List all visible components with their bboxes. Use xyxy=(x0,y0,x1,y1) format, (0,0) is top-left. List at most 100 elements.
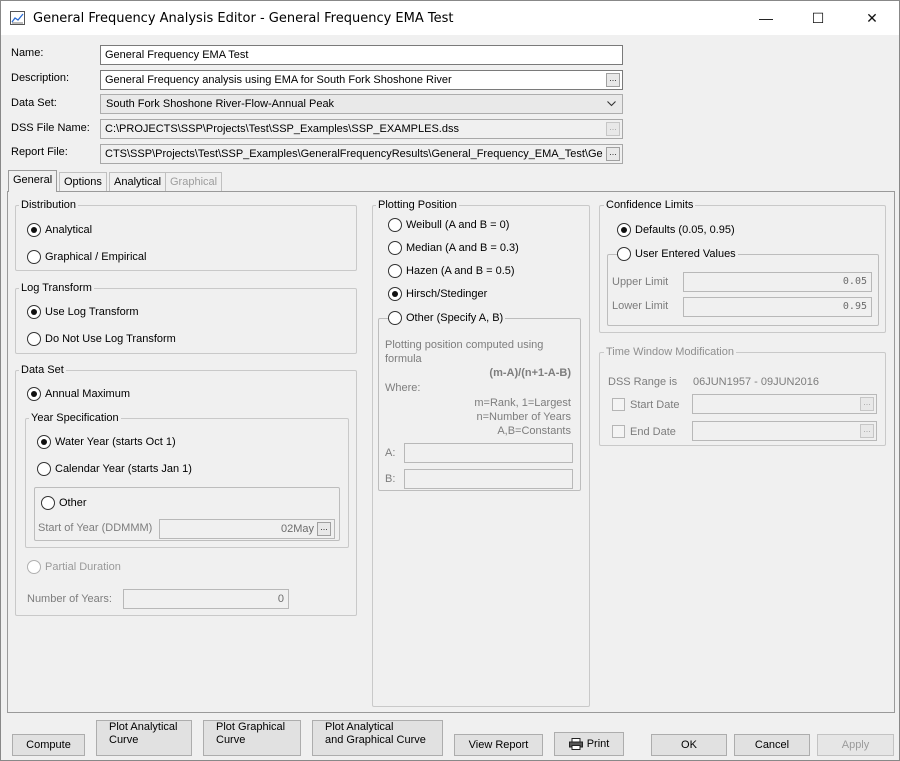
plotting-def-n: n=Number of Years xyxy=(476,411,571,423)
ok-button[interactable]: OK xyxy=(651,734,727,756)
no-log-transform-radio[interactable]: Do Not Use Log Transform xyxy=(27,332,176,346)
dataset-select-value: South Fork Shoshone River-Flow-Annual Pe… xyxy=(106,98,335,110)
name-label: Name: xyxy=(11,47,44,59)
other-ab-radio[interactable]: Other (Specify A, B) xyxy=(388,311,506,325)
year-specification-title: Year Specification xyxy=(29,412,121,424)
hazen-label: Hazen (A and B = 0.5) xyxy=(406,265,515,277)
user-entered-values-radio[interactable]: User Entered Values xyxy=(617,247,738,261)
use-log-transform-radio[interactable]: Use Log Transform xyxy=(27,305,139,319)
plot-analytical-line1: Plot Analytical xyxy=(109,721,178,733)
annual-maximum-radio[interactable]: Annual Maximum xyxy=(27,387,130,401)
graphical-empirical-radio[interactable]: Graphical / Empirical xyxy=(27,250,146,264)
apply-button[interactable]: Apply xyxy=(817,734,894,756)
plotting-desc-line2: formula xyxy=(385,353,422,365)
plotting-def-m: m=Rank, 1=Largest xyxy=(474,397,571,409)
b-value-label: B: xyxy=(385,473,396,485)
weibull-radio[interactable]: Weibull (A and B = 0) xyxy=(388,218,509,232)
defaults-limits-radio[interactable]: Defaults (0.05, 0.95) xyxy=(617,223,735,237)
radio-indicator xyxy=(27,332,41,346)
dss-range-label: DSS Range is xyxy=(608,376,678,388)
radio-selected-indicator xyxy=(388,287,402,301)
other-year-label: Other xyxy=(59,497,87,509)
other-ab-label: Other (Specify A, B) xyxy=(406,312,504,324)
plot-both-line2: and Graphical Curve xyxy=(325,734,426,746)
printer-icon xyxy=(568,738,583,750)
checkbox-indicator xyxy=(612,425,625,438)
water-year-label: Water Year (starts Oct 1) xyxy=(55,436,176,448)
print-button[interactable]: Print xyxy=(554,732,624,756)
report-file-input[interactable]: CTS\SSP\Projects\Test\SSP_Examples\Gener… xyxy=(100,144,623,164)
radio-indicator xyxy=(27,560,41,574)
description-browse-button[interactable]: ... xyxy=(606,73,620,87)
start-of-year-input[interactable]: 02May xyxy=(159,519,335,539)
description-input[interactable]: General Frequency analysis using EMA for… xyxy=(100,70,623,90)
no-log-transform-label: Do Not Use Log Transform xyxy=(45,333,176,345)
name-input[interactable]: General Frequency EMA Test xyxy=(100,45,623,65)
report-browse-button[interactable]: ... xyxy=(606,147,620,161)
view-report-button[interactable]: View Report xyxy=(454,734,543,756)
number-of-years-label: Number of Years: xyxy=(27,593,112,605)
dataset-select[interactable]: South Fork Shoshone River-Flow-Annual Pe… xyxy=(100,94,623,114)
dss-browse-button[interactable]: ... xyxy=(606,122,620,136)
radio-indicator xyxy=(388,218,402,232)
plot-graphical-line1: Plot Graphical xyxy=(216,721,286,733)
annual-maximum-label: Annual Maximum xyxy=(45,388,130,400)
hazen-radio[interactable]: Hazen (A and B = 0.5) xyxy=(388,264,515,278)
tab-general[interactable]: General xyxy=(8,170,58,192)
minimize-button[interactable]: — xyxy=(743,1,789,35)
confidence-limits-title: Confidence Limits xyxy=(604,199,696,211)
a-value-label: A: xyxy=(385,447,396,459)
plot-both-line1: Plot Analytical xyxy=(325,721,394,733)
tab-options[interactable]: Options xyxy=(59,172,107,191)
log-transform-title: Log Transform xyxy=(19,282,94,294)
a-value-input[interactable] xyxy=(404,443,573,463)
report-file-label: Report File: xyxy=(11,146,68,158)
title-bar: General Frequency Analysis Editor - Gene… xyxy=(1,1,899,35)
upper-limit-label: Upper Limit xyxy=(612,276,669,288)
graphical-empirical-radio-label: Graphical / Empirical xyxy=(45,251,147,263)
start-of-year-label: Start of Year (DDMMM) xyxy=(38,522,153,534)
start-date-checkbox[interactable]: Start Date xyxy=(612,398,680,411)
plotting-desc-line1: Plotting position computed using xyxy=(385,339,544,351)
radio-indicator xyxy=(388,264,402,278)
maximize-button[interactable]: ☐ xyxy=(795,1,841,35)
plot-analytical-curve-button[interactable]: Plot Analytical Curve xyxy=(96,720,192,756)
lower-limit-input[interactable]: 0.95 xyxy=(683,297,872,317)
number-of-years-input[interactable]: 0 xyxy=(123,589,289,609)
end-date-input[interactable] xyxy=(692,421,877,441)
plot-analytical-line2: Curve xyxy=(109,734,139,746)
compute-button[interactable]: Compute xyxy=(12,734,85,756)
plot-graphical-curve-button[interactable]: Plot Graphical Curve xyxy=(203,720,301,756)
partial-duration-radio[interactable]: Partial Duration xyxy=(27,560,121,574)
dss-file-input[interactable]: C:\PROJECTS\SSP\Projects\Test\SSP_Exampl… xyxy=(100,119,623,139)
radio-indicator xyxy=(27,250,41,264)
plot-analytical-graphical-button[interactable]: Plot Analytical and Graphical Curve xyxy=(312,720,443,756)
hirsch-stedinger-radio[interactable]: Hirsch/Stedinger xyxy=(388,287,487,301)
analytical-radio-label: Analytical xyxy=(45,224,93,236)
radio-indicator xyxy=(388,241,402,255)
end-date-checkbox[interactable]: End Date xyxy=(612,425,676,438)
b-value-input[interactable] xyxy=(404,469,573,489)
end-date-browse-button[interactable]: ... xyxy=(860,424,874,438)
water-year-radio[interactable]: Water Year (starts Oct 1) xyxy=(37,435,176,449)
other-year-radio[interactable]: Other xyxy=(41,496,87,510)
start-date-browse-button[interactable]: ... xyxy=(860,397,874,411)
window-title: General Frequency Analysis Editor - Gene… xyxy=(33,11,454,26)
start-date-input[interactable] xyxy=(692,394,877,414)
tab-graphical[interactable]: Graphical xyxy=(165,172,223,191)
median-radio[interactable]: Median (A and B = 0.3) xyxy=(388,241,519,255)
start-of-year-browse-button[interactable]: ... xyxy=(317,522,331,536)
upper-limit-input[interactable]: 0.05 xyxy=(683,272,872,292)
checkbox-indicator xyxy=(612,398,625,411)
radio-indicator xyxy=(388,311,402,325)
analytical-radio[interactable]: Analytical xyxy=(27,223,92,237)
radio-selected-indicator xyxy=(27,387,41,401)
dss-range-value: 06JUN1957 - 09JUN2016 xyxy=(693,376,819,388)
calendar-year-radio[interactable]: Calendar Year (starts Jan 1) xyxy=(37,462,192,476)
cancel-button[interactable]: Cancel xyxy=(734,734,810,756)
dss-file-label: DSS File Name: xyxy=(11,122,90,134)
distribution-title: Distribution xyxy=(19,199,79,211)
radio-selected-indicator xyxy=(617,223,631,237)
close-button[interactable]: ✕ xyxy=(849,1,895,35)
tab-analytical[interactable]: Analytical xyxy=(109,172,167,191)
